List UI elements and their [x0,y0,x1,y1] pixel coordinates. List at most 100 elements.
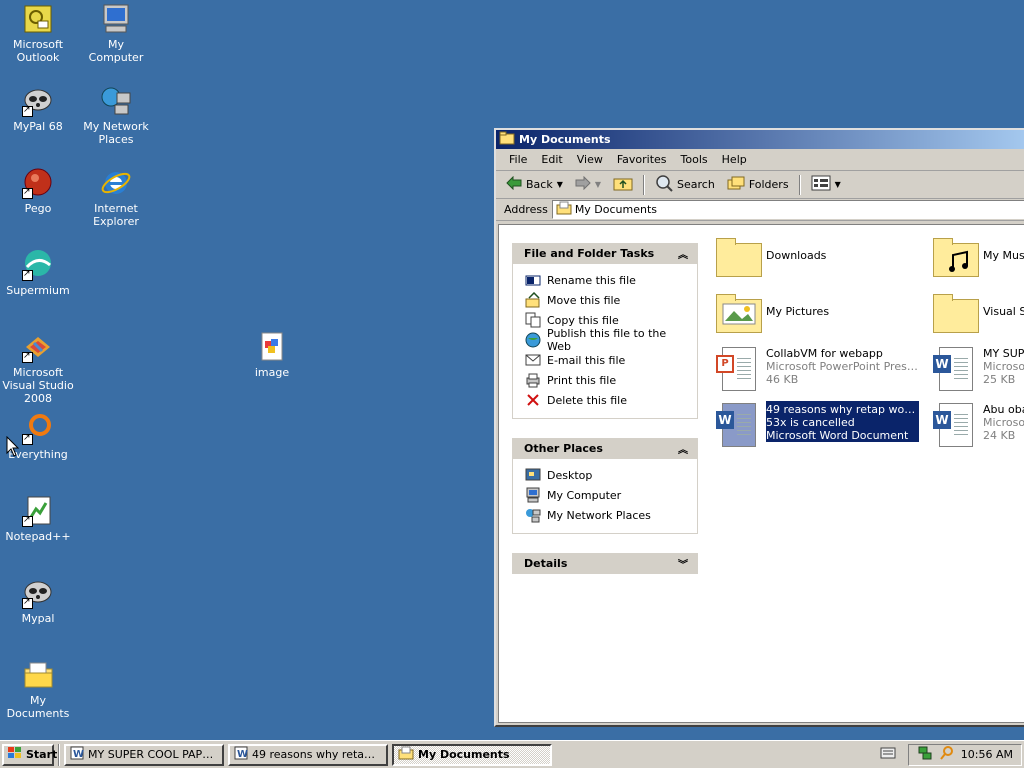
desktop-icon-supermium[interactable]: Supermium [0,249,76,297]
window-titlebar[interactable]: My Documents [496,130,1024,149]
folder-icon [398,746,414,763]
back-arrow-icon [506,175,522,193]
visual-studio-icon [22,331,54,363]
pane-header[interactable]: Details ︾ [512,553,698,574]
file-item-super-cool-paper[interactable]: W MY SUPER COOL PAPER Microsoft Word Doc… [931,345,1024,393]
desktop-icon-my-computer[interactable]: My Computer [78,3,154,64]
file-item-abu-obaid[interactable]: W Abu obaid Microsoft Word Document 24 K… [931,401,1024,449]
views-icon [811,175,831,194]
start-button[interactable]: Start [2,743,57,766]
word-file-icon: W [931,345,979,393]
pego-icon [22,167,54,199]
folder-content: File and Folder Tasks ︽ Rename this file… [498,224,1024,723]
pane-header[interactable]: File and Folder Tasks ︽ [512,243,698,264]
desktop-icon-visual-studio[interactable]: Microsoft Visual Studio 2008 [0,331,76,405]
desktop-icon-mypal[interactable]: Mypal [0,577,76,625]
other-places-pane: Other Places ︽ Desktop My Computer My Ne… [512,438,698,534]
desktop-icon-my-documents[interactable]: My Documents [0,659,76,720]
desktop-icon-internet-explorer[interactable]: Internet Explorer [78,167,154,228]
network-icon [525,507,541,523]
clock[interactable]: 10:56 AM [961,748,1013,761]
place-desktop[interactable]: Desktop [525,465,689,485]
details-pane: Details ︾ [512,553,698,574]
task-print[interactable]: Print this file [525,370,689,390]
supermium-icon [22,249,54,281]
menu-help[interactable]: Help [715,153,754,166]
desktop-icon-outlook[interactable]: Microsoft Outlook [0,3,76,64]
views-button[interactable]: ▼ [807,174,845,196]
pane-header[interactable]: Other Places ︽ [512,438,698,459]
toolbar-separator [643,174,646,195]
search-button[interactable]: Search [651,174,719,196]
chevron-down-icon: ▼ [594,180,602,189]
task-button-49-reasons[interactable]: W 49 reasons why retap w... [228,743,388,766]
desktop-icon-mypal68[interactable]: MyPal 68 [0,85,76,133]
window-title: My Documents [519,133,611,146]
place-my-computer[interactable]: My Computer [525,485,689,505]
globe-icon [525,332,541,348]
address-bar: Address My Documents [496,199,1024,221]
keyboard-icon[interactable] [880,747,896,762]
back-button[interactable]: Back ▼ [502,174,567,196]
folder-icon [931,289,979,337]
notepadpp-icon [22,495,54,527]
file-item-visual-studio-2008[interactable]: Visual Studio 2008 [931,289,1024,337]
address-label: Address [504,203,548,216]
printer-icon [525,372,541,388]
folder-icon [499,131,515,148]
file-item-49-reasons[interactable]: W 49 reasons why retap world 8 53x is ca… [714,401,919,449]
desktop-icon-image[interactable]: image [234,331,310,379]
file-folder-tasks-pane: File and Folder Tasks ︽ Rename this file… [512,243,698,419]
chevron-down-icon: ▼ [834,180,841,189]
menu-view[interactable]: View [570,153,610,166]
system-tray: 10:56 AM [907,743,1022,766]
windows-logo-icon [7,746,23,763]
collapse-chevron-icon[interactable]: ︽ [676,442,690,456]
toolbar-separator [798,174,801,195]
menu-edit[interactable]: Edit [534,153,569,166]
task-publish[interactable]: Publish this file to the Web [525,327,689,353]
menu-favorites[interactable]: Favorites [610,153,674,166]
everything-icon [22,413,54,445]
collapse-chevron-icon[interactable]: ︽ [676,247,690,261]
word-file-icon: W [714,401,762,449]
forward-button[interactable]: ▼ [571,174,605,196]
file-item-downloads[interactable]: Downloads [714,233,919,281]
file-item-collabvm[interactable]: P CollabVM for webapp Microsoft PowerPoi… [714,345,919,393]
taskbar: Start W MY SUPER COOL PAPER ... W 49 rea… [0,740,1024,768]
folders-icon [727,175,745,194]
taskbar-divider [58,743,60,766]
task-rename[interactable]: Rename this file [525,270,689,290]
desktop-icon-network-places[interactable]: My Network Places [78,85,154,146]
raccoon-icon [22,577,54,609]
task-button-super-cool-paper[interactable]: W MY SUPER COOL PAPER ... [64,743,224,766]
expand-chevron-icon[interactable]: ︾ [676,557,690,571]
computer-icon [525,487,541,503]
file-item-my-pictures[interactable]: My Pictures [714,289,919,337]
task-email[interactable]: E-mail this file [525,350,689,370]
desktop-icon-pego[interactable]: Pego [0,167,76,215]
word-icon: W [234,746,248,763]
task-move[interactable]: Move this file [525,290,689,310]
explorer-window[interactable]: My Documents File Edit View Favorites To… [494,128,1024,727]
address-value: My Documents [574,203,658,216]
menu-bar: File Edit View Favorites Tools Help [496,149,1024,171]
up-folder-button[interactable] [609,174,637,196]
task-delete[interactable]: Delete this file [525,390,689,410]
address-field[interactable]: My Documents [551,200,1024,219]
network-tray-icon[interactable] [917,745,933,764]
desktop-icon-notepadpp[interactable]: Notepad++ [0,495,76,543]
search-tray-icon[interactable] [939,745,955,764]
network-icon [100,85,132,117]
file-item-my-music[interactable]: My Music [931,233,1024,281]
rename-icon [525,272,541,288]
menu-tools[interactable]: Tools [674,153,715,166]
place-network-places[interactable]: My Network Places [525,505,689,525]
menu-file[interactable]: File [502,153,534,166]
folders-button[interactable]: Folders [723,174,793,196]
word-icon: W [70,746,84,763]
my-documents-icon [22,659,54,691]
envelope-icon [525,352,541,368]
toolbar: Back ▼ ▼ Search Folders ▼ [496,171,1024,199]
task-button-my-documents[interactable]: My Documents [392,743,552,766]
